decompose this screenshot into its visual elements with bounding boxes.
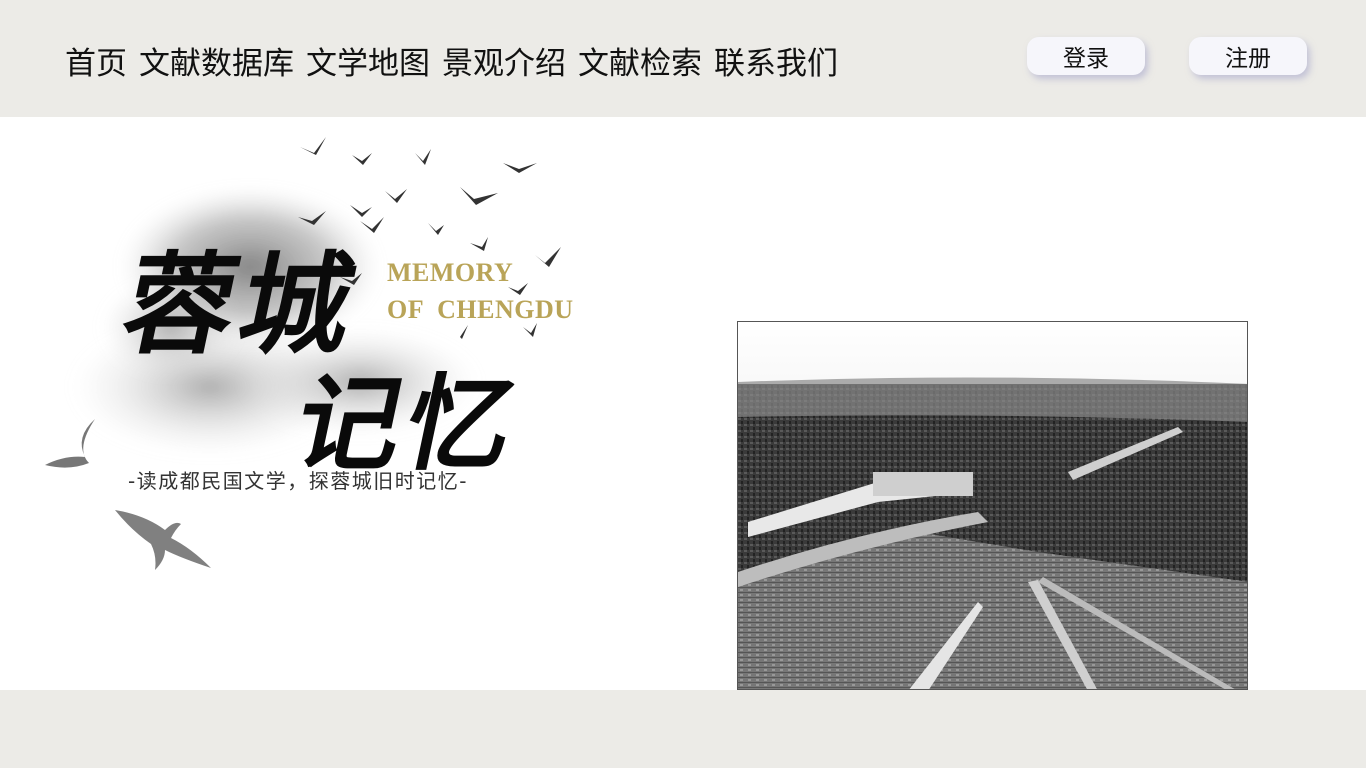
- register-button[interactable]: 注册: [1189, 37, 1307, 75]
- aerial-photo-image: [738, 322, 1247, 689]
- top-navigation-bar: 首页 文献数据库 文学地图 景观介绍 文献检索 联系我们 登录 注册: [0, 0, 1366, 117]
- footer-bar: [0, 690, 1366, 768]
- nav-item-landscape-intro[interactable]: 景观介绍: [442, 38, 566, 83]
- login-button[interactable]: 登录: [1027, 37, 1145, 75]
- slogan-text: -读成都民国文学，探蓉城旧时记忆-: [128, 469, 468, 493]
- english-subtitle-line2: OF CHENGDU: [387, 295, 574, 324]
- nav-item-contact-us[interactable]: 联系我们: [714, 38, 838, 83]
- nav-item-literary-map[interactable]: 文学地图: [306, 38, 430, 83]
- main-nav: 首页 文献数据库 文学地图 景观介绍 文献检索 联系我们: [65, 38, 838, 82]
- historic-chengdu-aerial-photo: [737, 321, 1248, 690]
- nav-item-literature-database[interactable]: 文献数据库: [139, 38, 294, 83]
- nav-item-literature-search[interactable]: 文献检索: [578, 38, 702, 83]
- english-subtitle: MEMORY OF CHENGDU: [387, 254, 574, 328]
- hero-banner: 蓉城 记忆 MEMORY OF CHENGDU -读成都民国文学，探蓉城旧时记忆…: [0, 117, 1366, 690]
- english-subtitle-line1: MEMORY: [387, 258, 514, 287]
- nav-item-home[interactable]: 首页: [65, 38, 127, 83]
